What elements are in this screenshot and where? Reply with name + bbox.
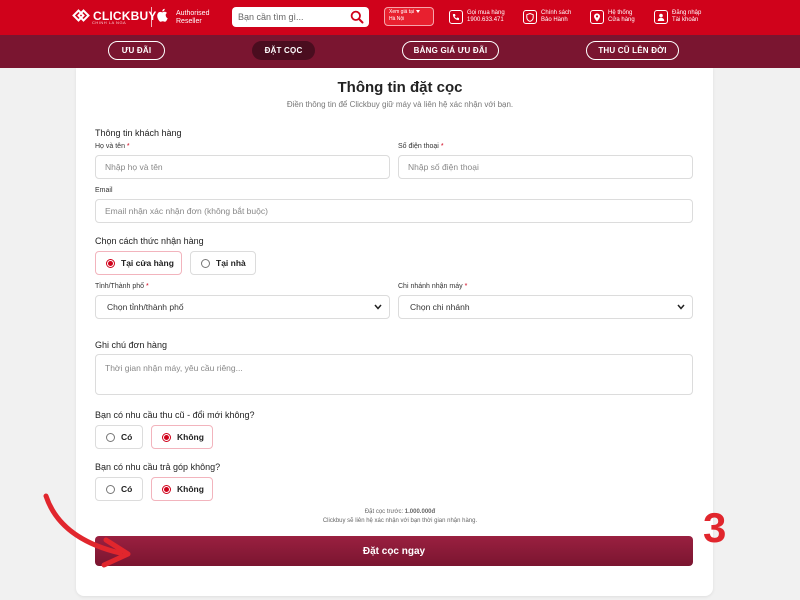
search-icon[interactable] bbox=[350, 10, 364, 24]
name-label: Họ và tên * bbox=[95, 143, 130, 150]
city-select-value: Chọn tỉnh/thành phố bbox=[107, 302, 184, 312]
radio-unselected-icon bbox=[201, 258, 210, 268]
clickbuy-logo[interactable]: CLICKBUY CHINH LA NGA bbox=[72, 8, 157, 25]
login-label-2: Tài khoản bbox=[672, 17, 699, 23]
logo-subtext: CHINH LA NGA bbox=[92, 20, 127, 25]
branch-label: Chi nhánh nhận máy * bbox=[398, 283, 467, 290]
installment-no-radio[interactable]: Không bbox=[151, 477, 213, 501]
city-select[interactable]: Chọn tỉnh/thành phố bbox=[95, 295, 390, 319]
chevron-down-icon bbox=[677, 304, 685, 310]
tradein-yes-radio[interactable]: Có bbox=[95, 425, 143, 449]
radio-selected-icon bbox=[162, 432, 171, 442]
step-number-annotation: 3 bbox=[703, 504, 727, 551]
email-input[interactable] bbox=[95, 199, 693, 223]
tradein-question: Bạn có nhu cầu thu cũ - đổi mới không? bbox=[95, 410, 255, 420]
receive-at-home-label: Tại nhà bbox=[216, 258, 246, 268]
branch-select[interactable]: Chọn chi nhánh bbox=[398, 295, 693, 319]
tradein-no-label: Không bbox=[177, 432, 204, 442]
receive-at-home-radio[interactable]: Tại nhà bbox=[190, 251, 256, 275]
phone-input[interactable] bbox=[398, 155, 693, 179]
installment-no-label: Không bbox=[177, 484, 204, 494]
logo-divider bbox=[151, 7, 152, 27]
receive-at-store-radio[interactable]: Tại cửa hàng bbox=[95, 251, 182, 275]
required-mark: * bbox=[126, 143, 130, 150]
apple-icon bbox=[157, 8, 168, 22]
search-box[interactable] bbox=[232, 7, 369, 27]
city-label-text: Tỉnh/Thành phố bbox=[95, 283, 145, 290]
reseller-line1: Authorised bbox=[176, 10, 210, 17]
location-pin-icon bbox=[590, 10, 604, 24]
store-label-2: Cửa hàng bbox=[608, 17, 635, 23]
login-label-1: Đăng nhập bbox=[672, 10, 702, 16]
receive-method-heading: Chọn cách thức nhận hàng bbox=[95, 236, 204, 246]
caret-down-icon bbox=[416, 10, 421, 14]
name-input[interactable] bbox=[95, 155, 390, 179]
warranty-label-1: Chính sách bbox=[541, 10, 572, 16]
installment-question: Bạn có nhu cầu trả góp không? bbox=[95, 462, 221, 472]
store-system-link[interactable]: Hệ thống Cửa hàng bbox=[590, 7, 635, 27]
deposit-amount: 1.000.000đ bbox=[404, 509, 436, 515]
warranty-policy-link[interactable]: Chính sách Bảo Hành bbox=[523, 7, 571, 27]
city-label: Tỉnh/Thành phố * bbox=[95, 283, 149, 290]
search-input[interactable] bbox=[232, 7, 342, 27]
tradein-no-radio[interactable]: Không bbox=[151, 425, 213, 449]
chevron-down-icon bbox=[374, 304, 382, 310]
warranty-label-2: Bảo Hành bbox=[541, 17, 568, 23]
top-header: CLICKBUY CHINH LA NGA Authorised Reselle… bbox=[0, 0, 800, 35]
store-label-1: Hệ thống bbox=[608, 10, 633, 16]
hotline-label: Gọi mua hàng bbox=[467, 10, 505, 16]
radio-selected-icon bbox=[106, 258, 115, 268]
required-mark: * bbox=[440, 143, 444, 150]
order-note-textarea[interactable] bbox=[95, 354, 693, 395]
nav-bar: ƯU ĐÃI ĐẶT CỌC BẢNG GIÁ ƯU ĐÃI THU CŨ LÊ… bbox=[0, 35, 800, 68]
hotline-number: 1900.633.471 bbox=[467, 17, 504, 23]
reseller-line2: Reseller bbox=[176, 18, 202, 25]
radio-unselected-icon bbox=[106, 432, 115, 442]
authorised-reseller-text: Authorised Reseller bbox=[176, 10, 209, 26]
required-mark: * bbox=[464, 283, 468, 290]
logo-mark-icon bbox=[72, 8, 90, 24]
location-value: Hà Nội bbox=[389, 16, 405, 22]
deposit-prefix: Đặt cọc trước: bbox=[364, 509, 404, 515]
customer-info-heading: Thông tin khách hàng bbox=[95, 128, 182, 138]
branch-select-value: Chọn chi nhánh bbox=[410, 302, 470, 312]
red-arrow-annotation bbox=[43, 493, 131, 568]
nav-thu-cu-len-doi[interactable]: THU CŨ LÊN ĐỜI bbox=[586, 41, 679, 60]
receive-at-store-label: Tại cửa hàng bbox=[121, 258, 174, 268]
order-note-heading: Ghi chú đơn hàng bbox=[95, 340, 167, 350]
branch-label-text: Chi nhánh nhận máy bbox=[398, 283, 463, 290]
radio-selected-icon bbox=[162, 484, 171, 494]
tradein-yes-label: Có bbox=[121, 432, 133, 442]
email-label: Email bbox=[95, 187, 113, 194]
hotline-link[interactable]: Gọi mua hàng 1900.633.471 bbox=[449, 7, 505, 27]
nav-dat-coc[interactable]: ĐẶT CỌC bbox=[252, 41, 315, 60]
location-selector[interactable]: Xem giá tại Hà Nội bbox=[384, 7, 434, 26]
login-link[interactable]: Đăng nhập Tài khoản bbox=[654, 7, 701, 27]
required-mark: * bbox=[146, 283, 149, 290]
user-icon bbox=[654, 10, 668, 24]
shield-icon bbox=[523, 10, 537, 24]
deposit-now-button[interactable]: Đặt cọc ngay bbox=[95, 536, 693, 566]
form-subtitle: Điền thông tin để Clickbuy giữ máy và li… bbox=[286, 100, 514, 109]
form-title: Thông tin đặt cọc bbox=[337, 79, 463, 96]
phone-label-text: Số điện thoại bbox=[398, 143, 439, 150]
phone-icon bbox=[449, 10, 463, 24]
phone-label: Số điện thoại * bbox=[398, 143, 444, 150]
name-label-text: Họ và tên bbox=[95, 143, 125, 150]
deposit-form-card bbox=[76, 68, 713, 596]
nav-uu-dai[interactable]: ƯU ĐÃI bbox=[108, 41, 165, 60]
nav-bang-gia-uu-dai[interactable]: BẢNG GIÁ ƯU ĐÃI bbox=[402, 41, 499, 60]
location-label: Xem giá tại bbox=[389, 9, 415, 15]
